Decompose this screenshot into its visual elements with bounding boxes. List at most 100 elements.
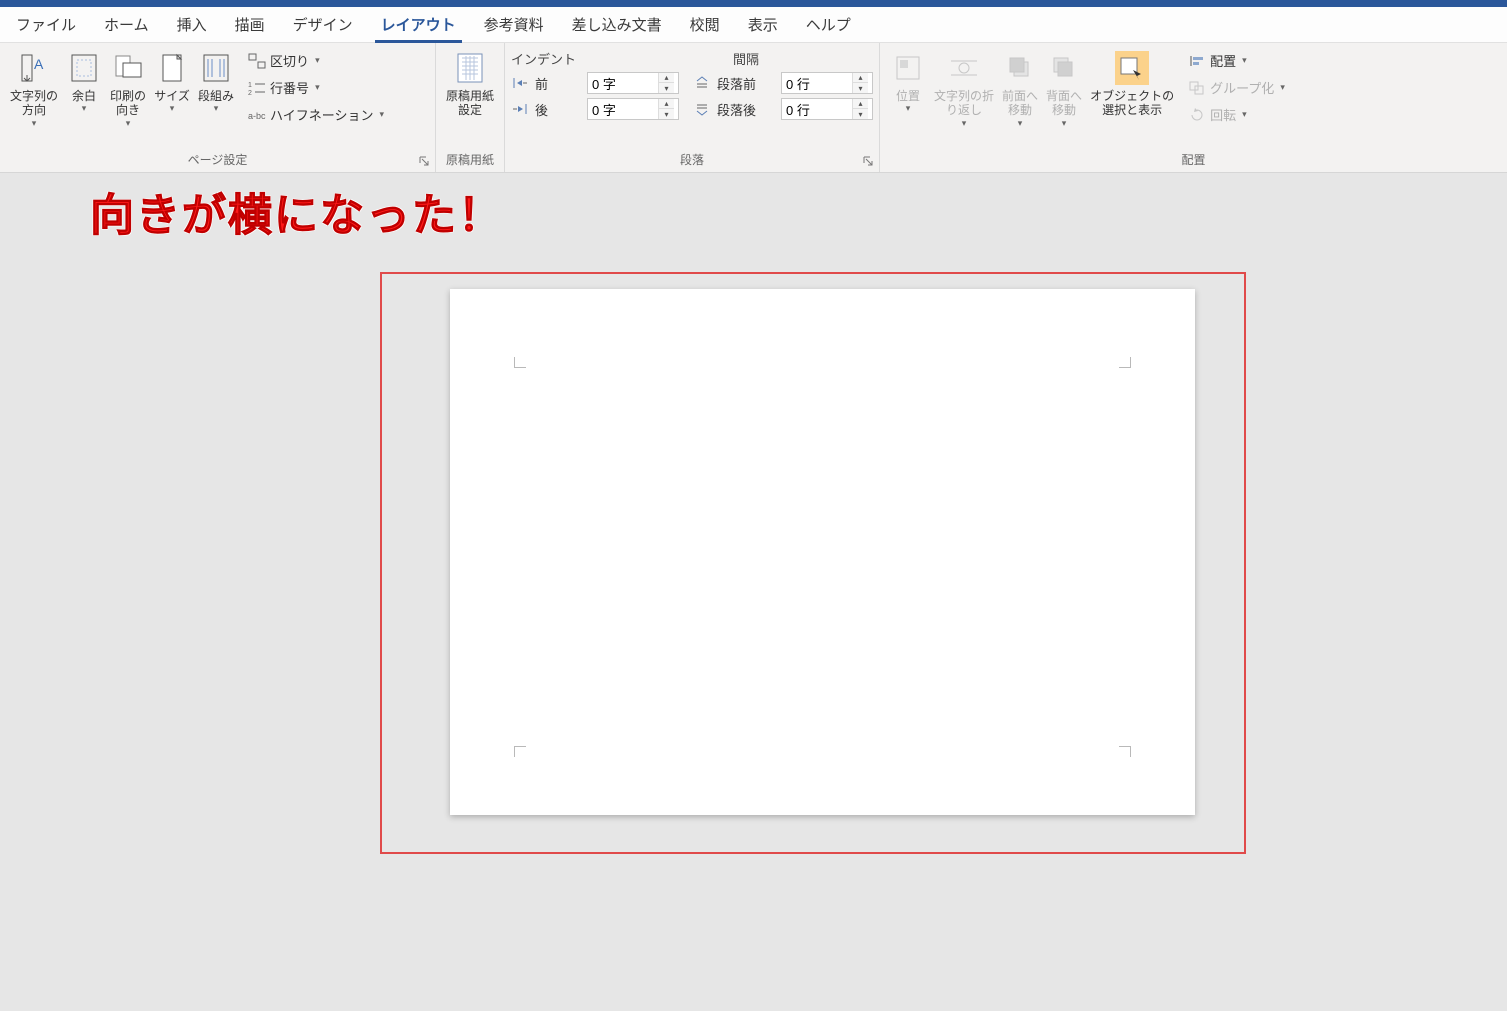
space-after-input[interactable] <box>782 99 852 119</box>
hyphenation-label: ハイフネーション <box>270 105 373 124</box>
orientation-button[interactable]: 印刷の 向き ▾ <box>106 47 150 129</box>
genko-button[interactable]: 原稿用紙 設定 <box>442 47 498 118</box>
wrap-icon <box>947 51 981 85</box>
rotate-label: 回転 <box>1210 105 1236 124</box>
tab-home[interactable]: ホーム <box>90 7 163 43</box>
svg-text:A: A <box>34 56 44 72</box>
genko-icon <box>453 51 487 85</box>
tab-insert[interactable]: 挿入 <box>163 7 221 43</box>
orientation-icon <box>111 51 145 85</box>
caret-icon: ▾ <box>1242 109 1247 120</box>
size-button[interactable]: サイズ ▾ <box>150 47 194 114</box>
size-icon <box>155 51 189 85</box>
tab-references[interactable]: 参考資料 <box>470 7 558 43</box>
caret-icon: ▾ <box>82 103 87 114</box>
margins-icon <box>67 51 101 85</box>
columns-icon <box>199 51 233 85</box>
indent-right-input[interactable] <box>588 99 658 119</box>
space-after-label: 段落後 <box>717 100 775 119</box>
spin-down[interactable]: ▾ <box>853 83 868 93</box>
space-before-field[interactable]: ▴▾ <box>781 72 873 94</box>
group-label-paragraph: 段落 <box>511 149 873 172</box>
breaks-label: 区切り <box>270 51 309 70</box>
tab-file[interactable]: ファイル <box>2 7 90 43</box>
hyphenation-button[interactable]: a-bc ハイフネーション ▾ <box>244 103 388 126</box>
hyphenation-icon: a-bc <box>248 106 266 124</box>
indent-right-label: 後 <box>535 100 581 119</box>
columns-button[interactable]: 段組み ▾ <box>194 47 238 114</box>
text-direction-icon: A <box>17 51 51 85</box>
indent-left-field[interactable]: ▴▾ <box>587 72 679 94</box>
group-paragraph: インデント 間隔 前 ▴▾ 段落前 ▴▾ <box>505 43 880 172</box>
spin-up[interactable]: ▴ <box>853 99 868 109</box>
margins-button[interactable]: 余白 ▾ <box>62 47 106 114</box>
indent-left-input[interactable] <box>588 73 658 93</box>
margin-corner-icon <box>508 357 526 371</box>
text-direction-label: 文字列の 方向 <box>10 89 58 118</box>
spin-down[interactable]: ▾ <box>659 83 674 93</box>
align-label: 配置 <box>1210 51 1236 70</box>
margin-corner-icon <box>1119 743 1137 757</box>
margin-corner-icon <box>508 743 526 757</box>
indent-header: インデント <box>511 49 661 68</box>
group-genko: 原稿用紙 設定 原稿用紙 <box>436 43 505 172</box>
breaks-icon <box>248 52 266 70</box>
caret-icon: ▾ <box>170 103 175 114</box>
selection-pane-button[interactable]: オブジェクトの 選択と表示 <box>1086 47 1178 118</box>
paragraph-launcher[interactable] <box>861 154 875 168</box>
send-backward-button: 背面へ 移動 ▾ <box>1042 47 1086 129</box>
wrap-label: 文字列の折 り返し <box>934 89 994 118</box>
tab-draw[interactable]: 描画 <box>221 7 279 43</box>
line-numbers-icon: 12 <box>248 79 266 97</box>
tab-design[interactable]: デザイン <box>279 7 367 43</box>
caret-icon: ▾ <box>315 55 320 66</box>
line-numbers-button[interactable]: 12 行番号 ▾ <box>244 76 388 99</box>
indent-left-icon <box>511 74 529 92</box>
spin-down[interactable]: ▾ <box>659 109 674 119</box>
tab-mailings[interactable]: 差し込み文書 <box>558 7 676 43</box>
position-button: 位置 ▾ <box>886 47 930 114</box>
space-after-field[interactable]: ▴▾ <box>781 98 873 120</box>
position-icon <box>891 51 925 85</box>
send-backward-label: 背面へ 移動 <box>1046 89 1082 118</box>
spin-up[interactable]: ▴ <box>853 73 868 83</box>
text-direction-button[interactable]: A 文字列の 方向 ▾ <box>6 47 62 129</box>
tab-view[interactable]: 表示 <box>734 7 792 43</box>
breaks-button[interactable]: 区切り ▾ <box>244 49 388 72</box>
spin-down[interactable]: ▾ <box>853 109 868 119</box>
caret-icon: ▾ <box>126 118 131 129</box>
indent-right-field[interactable]: ▴▾ <box>587 98 679 120</box>
page-setup-launcher[interactable] <box>417 154 431 168</box>
caret-icon: ▾ <box>1242 55 1247 66</box>
spin-up[interactable]: ▴ <box>659 73 674 83</box>
svg-text:1: 1 <box>248 82 252 89</box>
line-numbers-label: 行番号 <box>270 78 309 97</box>
caret-icon: ▾ <box>32 118 37 129</box>
group-arrange: 位置 ▾ 文字列の折 り返し ▾ 前面へ 移動 ▾ <box>880 43 1507 172</box>
caret-icon: ▾ <box>214 103 219 114</box>
size-label: サイズ <box>154 89 190 103</box>
tab-layout[interactable]: レイアウト <box>367 7 470 43</box>
group-button: グループ化 ▾ <box>1184 76 1294 99</box>
align-button[interactable]: 配置 ▾ <box>1184 49 1294 72</box>
group-label-arrange: 配置 <box>886 149 1501 172</box>
paragraph-headers: インデント 間隔 <box>511 49 831 68</box>
space-after-icon <box>693 100 711 118</box>
bring-forward-button: 前面へ 移動 ▾ <box>998 47 1042 129</box>
columns-label: 段組み <box>198 89 234 103</box>
indent-right-icon <box>511 100 529 118</box>
document-page[interactable] <box>450 289 1195 815</box>
space-before-input[interactable] <box>782 73 852 93</box>
selection-pane-icon <box>1115 51 1149 85</box>
tab-help[interactable]: ヘルプ <box>792 7 865 43</box>
svg-text:2: 2 <box>248 90 252 96</box>
tab-review[interactable]: 校閲 <box>676 7 734 43</box>
ribbon-tabs: ファイル ホーム 挿入 描画 デザイン レイアウト 参考資料 差し込み文書 校閲… <box>0 7 1507 43</box>
indent-left-label: 前 <box>535 74 581 93</box>
caret-icon: ▾ <box>906 103 911 114</box>
space-before-icon <box>693 74 711 92</box>
caret-icon: ▾ <box>1280 82 1285 93</box>
annotation-text: 向きが横になった！ <box>90 179 504 243</box>
spin-up[interactable]: ▴ <box>659 99 674 109</box>
document-area: 向きが横になった！ <box>0 173 1507 1011</box>
